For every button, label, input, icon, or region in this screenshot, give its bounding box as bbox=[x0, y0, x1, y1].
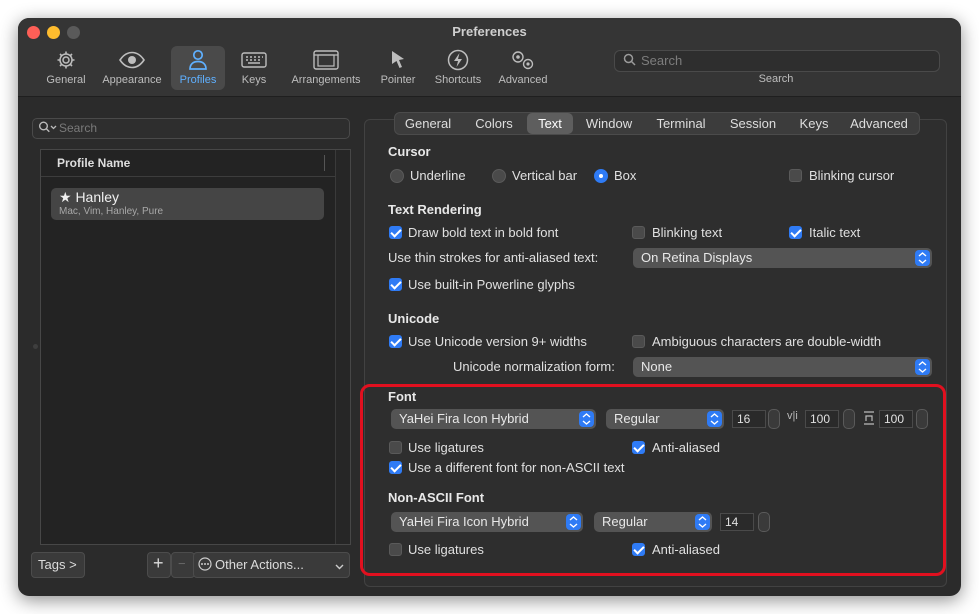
profile-name: ★ Hanley bbox=[59, 189, 120, 205]
tab-colors[interactable]: Colors bbox=[461, 113, 527, 134]
search-icon bbox=[38, 120, 58, 137]
ellipsis-circle-icon bbox=[198, 557, 212, 574]
cursor-vertical-bar-radio[interactable] bbox=[492, 169, 506, 183]
remove-label: − bbox=[178, 556, 186, 571]
toolbar-label: Arrangements bbox=[291, 74, 361, 86]
tags-button[interactable]: Tags > bbox=[31, 552, 85, 578]
tab-keys[interactable]: Keys bbox=[789, 113, 839, 134]
toolbar-label: General bbox=[46, 74, 86, 86]
powerline-checkbox[interactable] bbox=[389, 278, 402, 291]
profile-search-input[interactable]: Search bbox=[32, 118, 350, 139]
tags-button-label: Tags > bbox=[38, 557, 77, 572]
window-title: Preferences bbox=[452, 24, 527, 39]
other-actions-label: Other Actions... bbox=[215, 557, 304, 572]
add-label: + bbox=[153, 553, 164, 573]
tab-terminal[interactable]: Terminal bbox=[645, 113, 717, 134]
normalization-value: None bbox=[641, 359, 673, 374]
cursor-heading: Cursor bbox=[388, 144, 431, 159]
unicode-v9-checkbox[interactable] bbox=[389, 335, 402, 348]
toolbar-shortcuts[interactable]: Shortcuts bbox=[428, 46, 488, 90]
toolbar-label: Advanced bbox=[498, 74, 548, 86]
search-placeholder: Search bbox=[641, 53, 683, 68]
gear-icon bbox=[44, 49, 88, 71]
tab-text[interactable]: Text bbox=[527, 113, 573, 134]
search-placeholder: Search bbox=[59, 121, 98, 135]
add-profile-button[interactable]: + bbox=[147, 552, 171, 578]
thin-strokes-select[interactable]: On Retina Displays bbox=[633, 248, 932, 268]
updown-chevron-icon bbox=[915, 250, 930, 266]
bold-font-checkbox[interactable] bbox=[389, 226, 402, 239]
ambiguous-width-label: Ambiguous characters are double-width bbox=[652, 334, 882, 349]
toolbar-general[interactable]: General bbox=[44, 46, 88, 90]
updown-chevron-icon bbox=[915, 359, 930, 375]
toolbar-profiles[interactable]: Profiles bbox=[171, 46, 225, 90]
normalization-select[interactable]: None bbox=[633, 357, 932, 377]
search-icon bbox=[623, 53, 636, 69]
toolbar-label: Shortcuts bbox=[434, 74, 482, 86]
remove-profile-button[interactable]: − bbox=[171, 552, 195, 578]
toolbar-appearance[interactable]: Appearance bbox=[98, 46, 166, 90]
cursor-box-radio[interactable] bbox=[594, 169, 608, 183]
tab-window[interactable]: Window bbox=[573, 113, 645, 134]
split-handle[interactable] bbox=[33, 344, 38, 349]
text-rendering-heading: Text Rendering bbox=[388, 202, 482, 217]
cursor-underline-radio[interactable] bbox=[390, 169, 404, 183]
toolbar-label: Appearance bbox=[102, 74, 162, 86]
italic-text-checkbox[interactable] bbox=[789, 226, 802, 239]
toolbar-label: Pointer bbox=[380, 74, 416, 86]
cursor-vertical-bar-label: Vertical bar bbox=[512, 168, 578, 183]
search-caption: Search bbox=[758, 73, 794, 85]
keyboard-icon bbox=[234, 49, 274, 71]
unicode-v9-label: Use Unicode version 9+ widths bbox=[408, 334, 587, 349]
profile-tabs: General Colors Text Window Terminal Sess… bbox=[394, 112, 920, 135]
italic-text-label: Italic text bbox=[809, 225, 861, 240]
tab-advanced[interactable]: Advanced bbox=[839, 113, 919, 134]
blinking-cursor-label: Blinking cursor bbox=[809, 168, 895, 183]
ambiguous-width-checkbox[interactable] bbox=[632, 335, 645, 348]
blinking-text-label: Blinking text bbox=[652, 225, 723, 240]
normalization-label: Unicode normalization form: bbox=[453, 359, 615, 374]
profile-tags: Mac, Vim, Hanley, Pure bbox=[59, 206, 164, 217]
eye-icon bbox=[98, 49, 166, 71]
font-settings-highlight bbox=[360, 384, 946, 576]
lightning-icon bbox=[428, 49, 488, 71]
chevron-down-icon bbox=[335, 559, 344, 574]
tab-general[interactable]: General bbox=[395, 113, 461, 134]
cursor-underline-label: Underline bbox=[410, 168, 466, 183]
toolbar-advanced[interactable]: Advanced bbox=[494, 46, 552, 90]
thin-strokes-value: On Retina Displays bbox=[641, 250, 753, 265]
pointer-icon bbox=[374, 49, 422, 71]
other-actions-button[interactable]: Other Actions... bbox=[193, 552, 350, 578]
toolbar-label: Profiles bbox=[179, 74, 217, 86]
profile-name-column-header[interactable]: Profile Name bbox=[41, 150, 335, 177]
preferences-search-input[interactable]: Search bbox=[614, 50, 940, 72]
toolbar-keys[interactable]: Keys bbox=[234, 46, 274, 90]
profile-list: Profile Name ★ Hanley Mac, Vim, Hanley, … bbox=[40, 149, 351, 545]
title-bar: Preferences General Appearance Profiles … bbox=[18, 18, 961, 97]
toolbar-arrangements[interactable]: Arrangements bbox=[286, 46, 366, 90]
bold-font-label: Draw bold text in bold font bbox=[408, 225, 559, 240]
thin-strokes-label: Use thin strokes for anti-aliased text: bbox=[388, 250, 599, 265]
column-divider bbox=[324, 155, 325, 171]
person-icon bbox=[171, 49, 225, 71]
profile-row[interactable]: ★ Hanley Mac, Vim, Hanley, Pure bbox=[51, 188, 324, 220]
unicode-heading: Unicode bbox=[388, 311, 440, 326]
toolbar-pointer[interactable]: Pointer bbox=[374, 46, 422, 90]
blinking-text-checkbox[interactable] bbox=[632, 226, 645, 239]
blinking-cursor-checkbox[interactable] bbox=[789, 169, 802, 182]
gears-icon bbox=[494, 49, 552, 71]
powerline-label: Use built-in Powerline glyphs bbox=[408, 277, 575, 292]
column-header-label: Profile Name bbox=[57, 156, 131, 170]
profile-list-scrollbar[interactable] bbox=[335, 150, 350, 544]
toolbar-label: Keys bbox=[241, 74, 267, 86]
tab-session[interactable]: Session bbox=[717, 113, 789, 134]
windows-icon bbox=[286, 49, 366, 71]
cursor-box-label: Box bbox=[614, 168, 637, 183]
